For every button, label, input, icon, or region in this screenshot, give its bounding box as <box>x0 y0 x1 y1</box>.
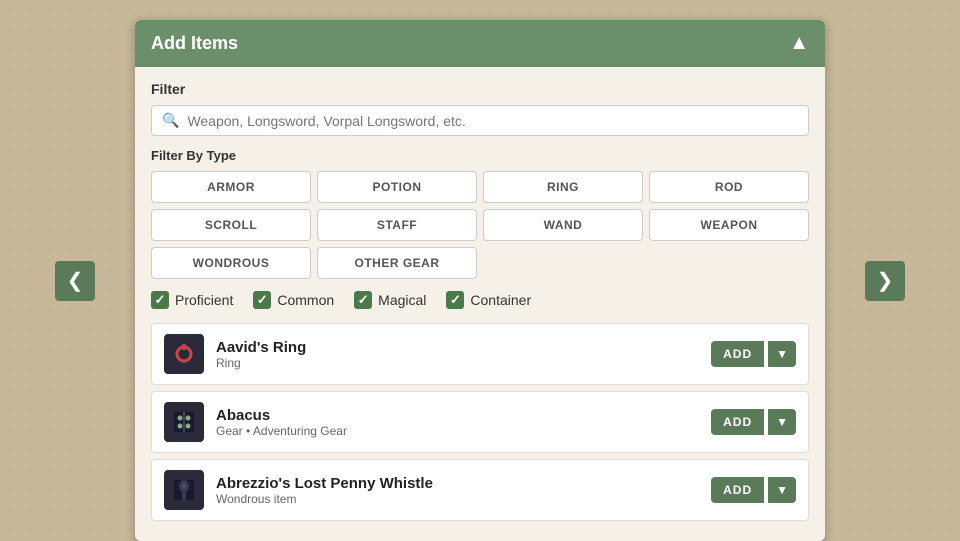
checkbox-box-common[interactable] <box>253 291 271 309</box>
filter-by-type-label: Filter By Type <box>151 148 809 163</box>
expand-button[interactable]: ▼ <box>768 341 796 367</box>
item-list: Aavid's Ring Ring ADD ▼ <box>151 323 809 527</box>
list-item[interactable]: Abacus Gear • Adventuring Gear ADD ▼ <box>151 391 809 453</box>
item-actions: ADD ▼ <box>711 477 796 503</box>
collapse-icon[interactable]: ▲ <box>789 32 809 55</box>
type-btn-scroll[interactable]: SCROLL <box>151 209 311 241</box>
item-icon-aavids-ring <box>164 334 204 374</box>
expand-button[interactable]: ▼ <box>768 477 796 503</box>
type-btn-staff[interactable]: STAFF <box>317 209 477 241</box>
item-name: Abrezzio's Lost Penny Whistle <box>216 475 711 492</box>
item-sub: Wondrous item <box>216 492 711 506</box>
checkbox-label-proficient: Proficient <box>175 292 233 308</box>
item-icon-abacus <box>164 402 204 442</box>
panel-title: Add Items <box>151 33 238 54</box>
checkbox-box-container[interactable] <box>446 291 464 309</box>
list-item[interactable]: Aavid's Ring Ring ADD ▼ <box>151 323 809 385</box>
item-actions: ADD ▼ <box>711 409 796 435</box>
type-btn-rod[interactable]: ROD <box>649 171 809 203</box>
add-button[interactable]: ADD <box>711 409 764 435</box>
item-sub: Gear • Adventuring Gear <box>216 424 711 438</box>
search-icon: 🔍 <box>162 112 179 129</box>
checkboxes-row: Proficient Common Magical Container <box>151 291 809 309</box>
add-button[interactable]: ADD <box>711 477 764 503</box>
item-info-abacus: Abacus Gear • Adventuring Gear <box>216 407 711 438</box>
item-sub: Ring <box>216 356 711 370</box>
panel-header: Add Items ▲ <box>135 20 825 67</box>
checkbox-label-magical: Magical <box>378 292 426 308</box>
item-info-penny-whistle: Abrezzio's Lost Penny Whistle Wondrous i… <box>216 475 711 506</box>
add-button[interactable]: ADD <box>711 341 764 367</box>
checkbox-container[interactable]: Container <box>446 291 531 309</box>
type-btn-other-gear[interactable]: OTHER GEAR <box>317 247 477 279</box>
type-btn-wand[interactable]: WAND <box>483 209 643 241</box>
checkbox-common[interactable]: Common <box>253 291 334 309</box>
checkbox-label-container: Container <box>470 292 531 308</box>
nav-right-button[interactable]: ❯ <box>865 261 905 301</box>
filter-label: Filter <box>151 81 809 97</box>
checkbox-box-magical[interactable] <box>354 291 372 309</box>
type-btn-potion[interactable]: POTION <box>317 171 477 203</box>
search-input[interactable] <box>187 113 798 129</box>
checkbox-box-proficient[interactable] <box>151 291 169 309</box>
type-btn-armor[interactable]: ARMOR <box>151 171 311 203</box>
add-items-panel: Add Items ▲ Filter 🔍 Filter By Type ARMO… <box>135 20 825 541</box>
item-actions: ADD ▼ <box>711 341 796 367</box>
type-filter-grid: ARMOR POTION RING ROD SCROLL STAFF WAND … <box>151 171 809 279</box>
item-icon-penny-whistle <box>164 470 204 510</box>
nav-left-button[interactable]: ❮ <box>55 261 95 301</box>
item-info-aavids-ring: Aavid's Ring Ring <box>216 339 711 370</box>
type-btn-wondrous[interactable]: WONDROUS <box>151 247 311 279</box>
item-name: Abacus <box>216 407 711 424</box>
type-btn-weapon[interactable]: WEAPON <box>649 209 809 241</box>
search-bar: 🔍 <box>151 105 809 136</box>
type-btn-ring[interactable]: RING <box>483 171 643 203</box>
checkbox-label-common: Common <box>277 292 334 308</box>
list-item[interactable]: Abrezzio's Lost Penny Whistle Wondrous i… <box>151 459 809 521</box>
item-name: Aavid's Ring <box>216 339 711 356</box>
expand-button[interactable]: ▼ <box>768 409 796 435</box>
checkbox-proficient[interactable]: Proficient <box>151 291 233 309</box>
checkbox-magical[interactable]: Magical <box>354 291 426 309</box>
